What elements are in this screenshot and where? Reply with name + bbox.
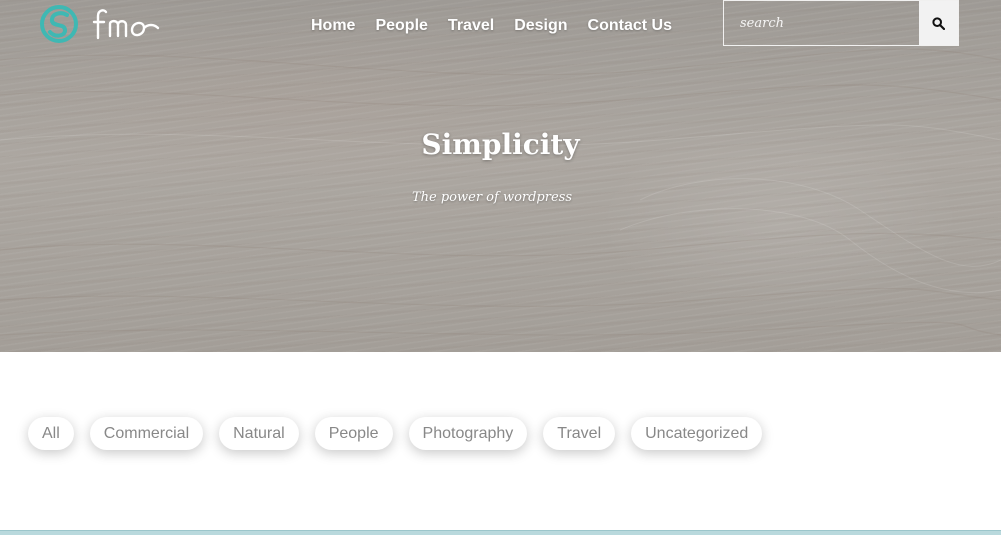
nav-item-people[interactable]: People: [365, 14, 437, 38]
filter-uncategorized[interactable]: Uncategorized: [631, 417, 763, 450]
filter-all[interactable]: All: [28, 417, 74, 450]
hero-title: Simplicity: [421, 128, 580, 161]
nav-item-home[interactable]: Home: [301, 14, 365, 38]
main-nav: Home People Travel Design Contact Us: [301, 14, 682, 38]
nav-item-design[interactable]: Design: [504, 14, 577, 38]
hero-subtitle: The power of wordpress: [411, 190, 573, 205]
nav-item-contact-us[interactable]: Contact Us: [578, 14, 682, 38]
search-icon: [932, 16, 946, 30]
logo-mark-icon: [40, 5, 78, 43]
filter-photography[interactable]: Photography: [408, 417, 528, 450]
section-divider: [0, 530, 1001, 535]
logo-wordmark: [92, 9, 160, 40]
site-logo[interactable]: [40, 4, 165, 44]
category-filters: All Commercial Natural People Photograph…: [28, 417, 763, 450]
nav-item-travel[interactable]: Travel: [438, 14, 504, 38]
hero-banner: Home People Travel Design Contact Us Sim…: [0, 0, 1001, 352]
filter-people[interactable]: People: [314, 417, 393, 450]
filter-natural[interactable]: Natural: [219, 417, 299, 450]
search-button[interactable]: [919, 1, 958, 45]
search-input[interactable]: [724, 1, 920, 45]
filter-travel[interactable]: Travel: [543, 417, 616, 450]
search-form: [723, 0, 959, 46]
filter-commercial[interactable]: Commercial: [89, 417, 204, 450]
wood-grain-texture: [0, 48, 1001, 336]
